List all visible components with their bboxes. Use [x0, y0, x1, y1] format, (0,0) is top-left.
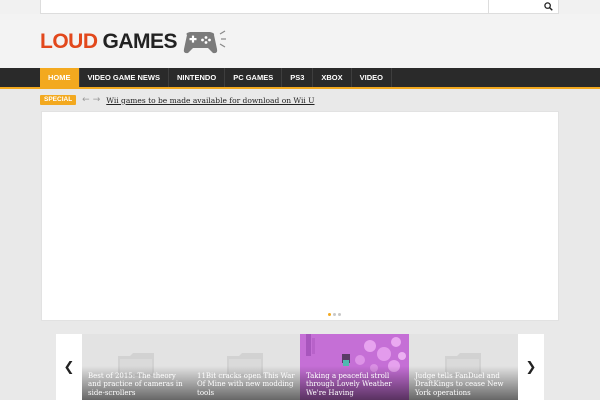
nav-item-nintendo[interactable]: NINTENDO	[169, 68, 226, 87]
nav-item-ps3[interactable]: PS3	[282, 68, 314, 87]
nav-item-xbox[interactable]: XBOX	[313, 68, 352, 87]
slider-dot-1[interactable]	[328, 313, 331, 316]
slider-dot-3[interactable]	[338, 313, 341, 316]
nav-item-pc-games[interactable]: PC GAMES	[225, 68, 283, 87]
main-nav: HOME VIDEO GAME NEWS NINTENDO PC GAMES P…	[0, 68, 600, 89]
card-title[interactable]: Taking a peaceful stroll through Lovely …	[306, 372, 404, 398]
featured-slider[interactable]	[41, 111, 559, 321]
carousel-card[interactable]: Best of 2015: The theory and practice of…	[82, 334, 191, 400]
card-title[interactable]: Best of 2015: The theory and practice of…	[88, 372, 186, 398]
nav-list: HOME VIDEO GAME NEWS NINTENDO PC GAMES P…	[40, 68, 392, 87]
slider-pagination	[328, 313, 341, 316]
logo-word-games: GAMES	[102, 30, 178, 53]
top-bar-container	[40, 0, 559, 14]
nav-item-home[interactable]: HOME	[40, 68, 80, 87]
arrow-left-icon[interactable]: ←	[82, 95, 90, 105]
carousel-card[interactable]: 11Bit cracks open This War Of Mine with …	[191, 334, 300, 400]
site-header: LOUD GAMES	[0, 14, 600, 68]
slider-dot-2[interactable]	[333, 313, 336, 316]
top-bar	[0, 0, 600, 14]
logo-word-loud: LOUD	[40, 30, 98, 53]
search-icon[interactable]	[544, 2, 553, 11]
carousel-card[interactable]: Taking a peaceful stroll through Lovely …	[300, 334, 409, 400]
site-logo[interactable]: LOUD GAMES	[40, 22, 227, 62]
card-title[interactable]: 11Bit cracks open This War Of Mine with …	[197, 372, 295, 398]
news-ticker: SPECIAL ← → Wii games to be made availab…	[40, 94, 315, 106]
chevron-right-icon[interactable]: ❯	[518, 334, 544, 400]
ticker-headline-link[interactable]: Wii games to be made available for downl…	[106, 96, 314, 105]
carousel-card[interactable]: Judge tells FanDuel and DraftKings to ce…	[409, 334, 518, 400]
search-box[interactable]	[488, 0, 558, 13]
post-carousel: ❮ Best of 2015: The theory and practice …	[56, 334, 544, 400]
chevron-left-icon[interactable]: ❮	[56, 334, 82, 400]
nav-item-video-game-news[interactable]: VIDEO GAME NEWS	[80, 68, 170, 87]
arrow-right-icon[interactable]: →	[93, 95, 101, 105]
nav-item-video[interactable]: VIDEO	[352, 68, 392, 87]
gamepad-icon	[183, 30, 227, 54]
card-title[interactable]: Judge tells FanDuel and DraftKings to ce…	[415, 372, 513, 398]
ticker-label: SPECIAL	[40, 95, 77, 105]
